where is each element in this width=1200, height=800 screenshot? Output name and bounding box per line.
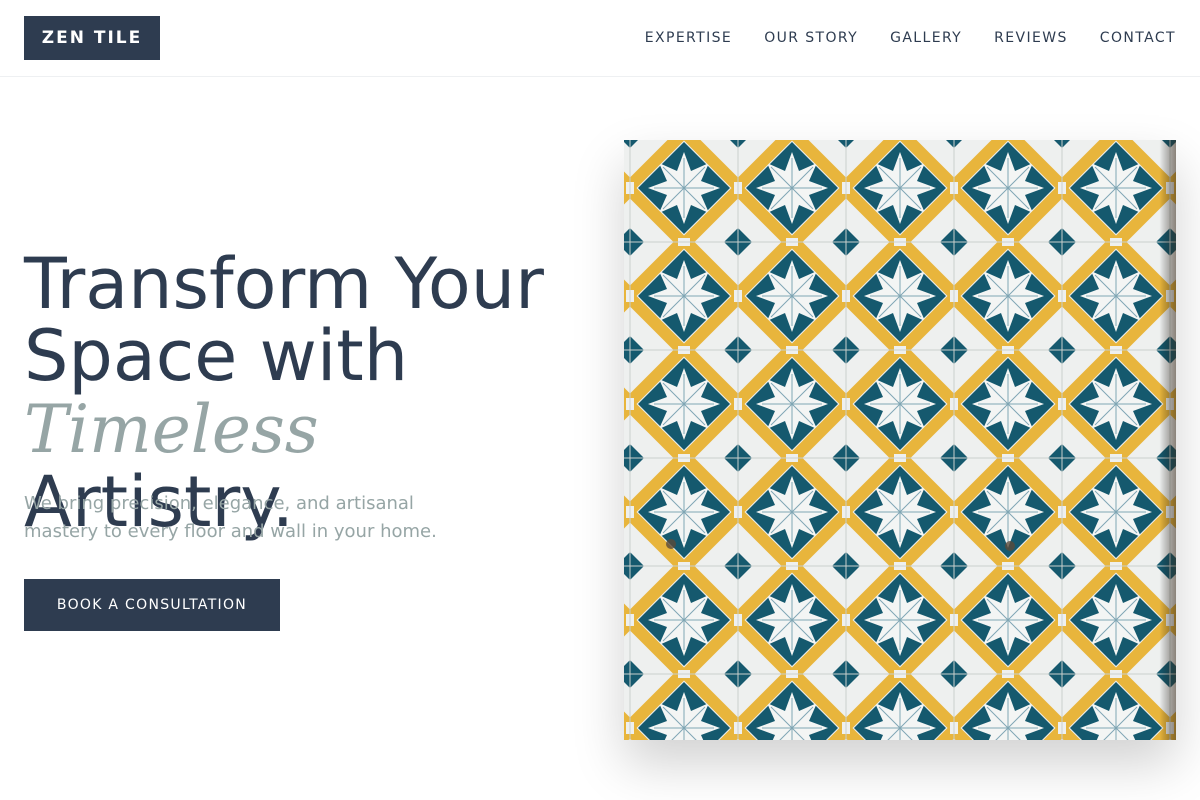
nav-link-gallery[interactable]: GALLERY — [890, 27, 962, 49]
brand-logo[interactable]: ZEN TILE — [24, 16, 160, 60]
nav-link-reviews[interactable]: REVIEWS — [994, 27, 1068, 49]
azulejo-tile-pattern-image — [624, 140, 1176, 740]
headline-line-1: Transform Your — [24, 243, 544, 325]
main-nav: EXPERTISE OUR STORY GALLERY REVIEWS CONT… — [645, 27, 1176, 49]
book-consultation-button[interactable]: BOOK A CONSULTATION — [24, 579, 280, 631]
nav-link-expertise[interactable]: EXPERTISE — [645, 27, 732, 49]
headline-accent: Timeless — [24, 391, 319, 468]
site-header: ZEN TILE EXPERTISE OUR STORY GALLERY REV… — [0, 0, 1200, 77]
hero-tile-image — [624, 140, 1176, 740]
nav-link-our-story[interactable]: OUR STORY — [764, 27, 858, 49]
hero-subtext: We bring precision, elegance, and artisa… — [24, 493, 437, 542]
headline-line-2: Space with — [24, 315, 409, 397]
nav-link-contact[interactable]: CONTACT — [1100, 27, 1176, 49]
